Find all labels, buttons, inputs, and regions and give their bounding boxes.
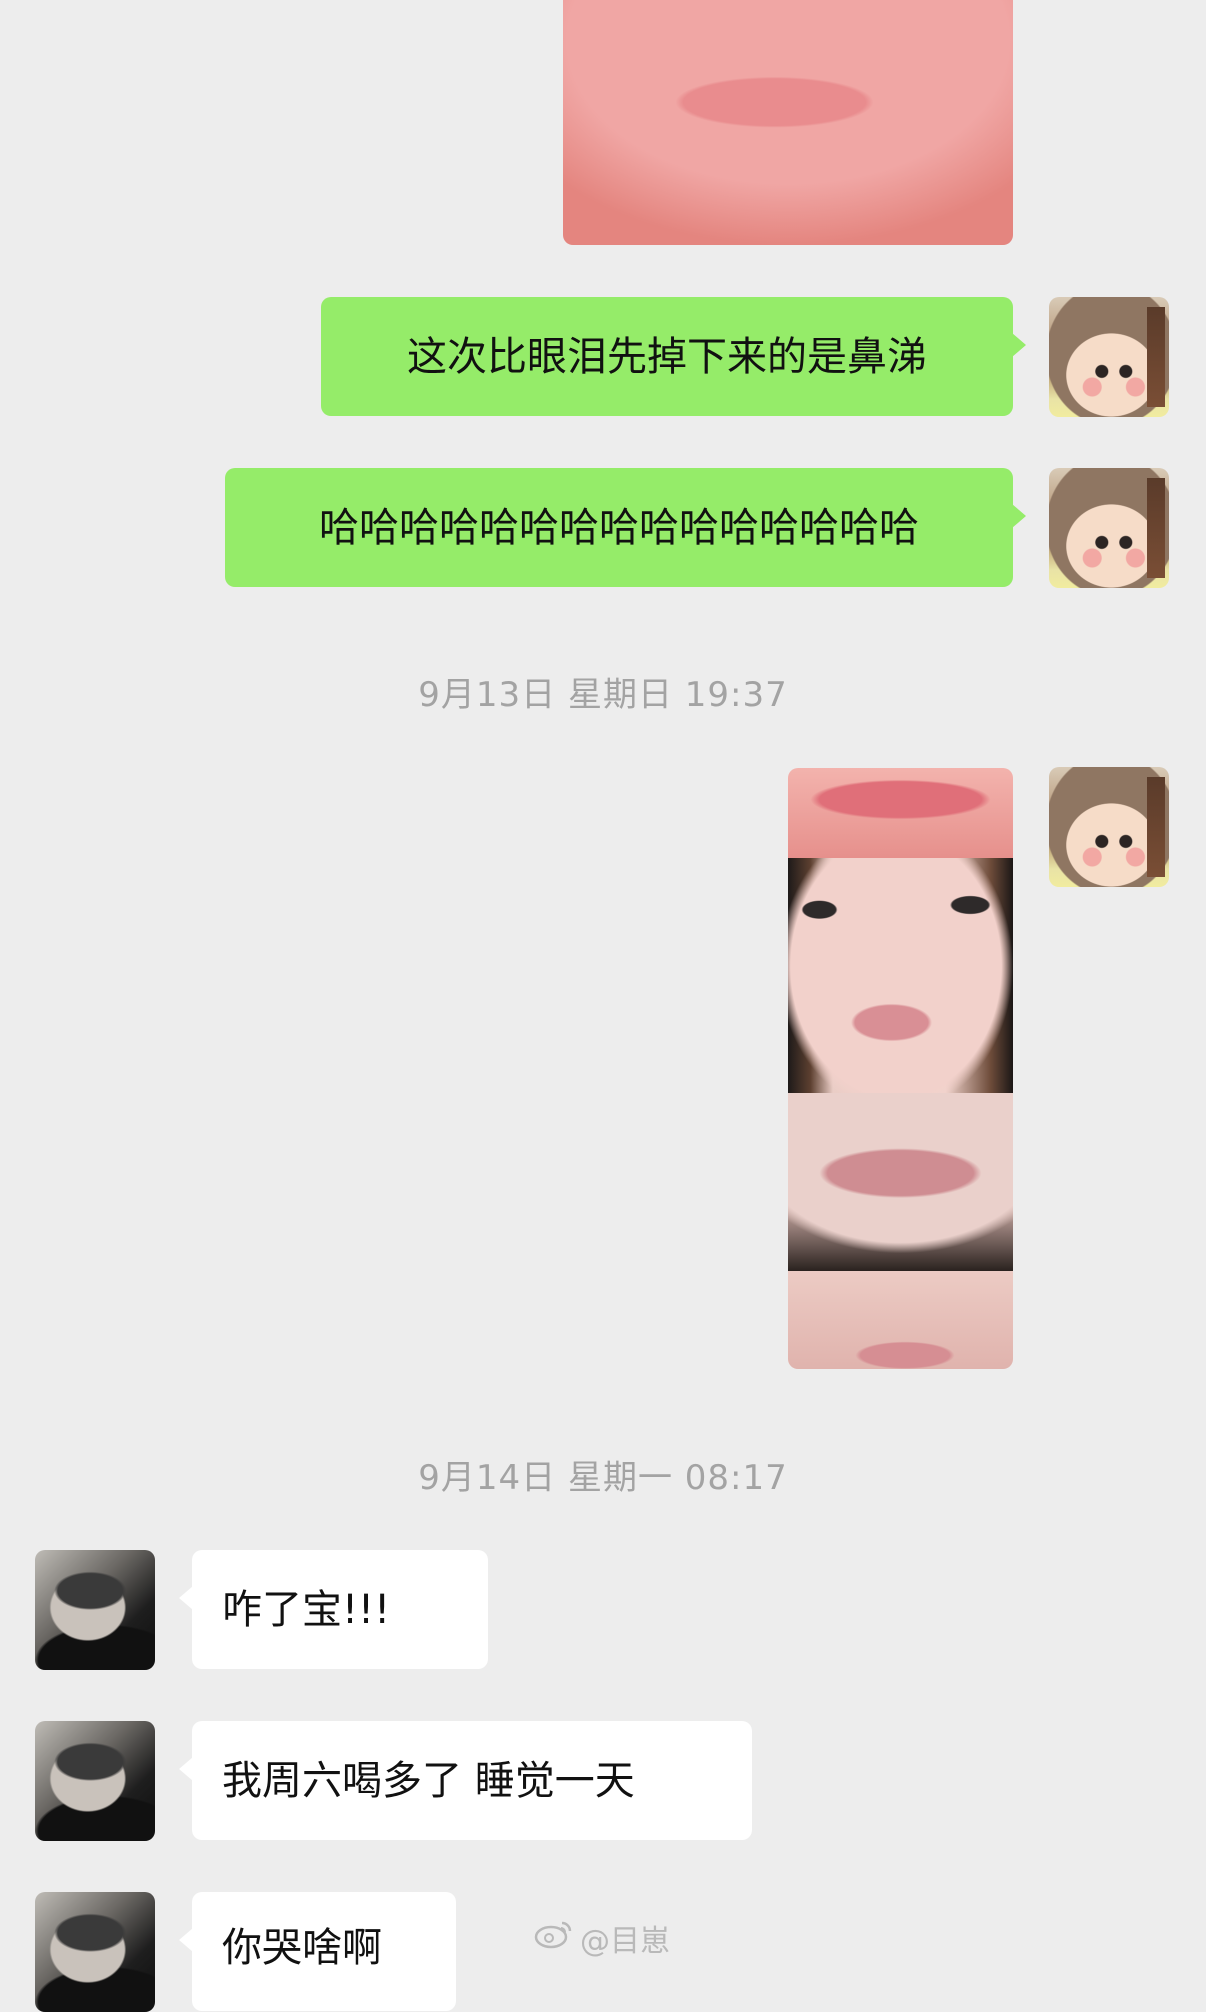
photo-strip-lips <box>788 1093 1013 1271</box>
photo-strip-face <box>788 858 1013 1093</box>
message-text: 这次比眼泪先掉下来的是鼻涕 <box>407 333 927 380</box>
photo-strip-lips <box>788 1271 1013 1369</box>
contact-avatar[interactable] <box>35 1550 155 1670</box>
my-avatar[interactable] <box>1049 468 1169 588</box>
contact-avatar[interactable] <box>35 1721 155 1841</box>
message-text: 我周六喝多了 睡觉一天 <box>222 1757 635 1804</box>
watermark-text: @目崽 <box>580 1924 670 1959</box>
message-text: 你哭啥啊 <box>222 1925 382 1971</box>
my-avatar[interactable] <box>1049 297 1169 417</box>
weibo-icon <box>534 1919 574 1957</box>
received-message-bubble[interactable]: 我周六喝多了 睡觉一天 <box>179 1721 752 1840</box>
message-text: 哈哈哈哈哈哈哈哈哈哈哈哈哈哈哈 <box>319 504 919 551</box>
chat-timestamp: 9月14日 星期一 08:17 <box>418 1458 788 1498</box>
sent-photo-top[interactable] <box>563 0 1013 245</box>
sent-message-bubble[interactable]: 哈哈哈哈哈哈哈哈哈哈哈哈哈哈哈 <box>225 468 1026 587</box>
sent-photo-collage[interactable] <box>788 768 1013 1369</box>
watermark: @目崽 <box>534 1916 670 1960</box>
message-text: 咋了宝!!! <box>222 1586 391 1633</box>
my-avatar[interactable] <box>1049 767 1169 887</box>
chat-timestamp: 9月13日 星期日 19:37 <box>418 675 788 715</box>
received-message-bubble[interactable]: 你哭啥啊 <box>179 1892 456 2011</box>
photo-strip-lips <box>788 768 1013 858</box>
sent-message-bubble[interactable]: 这次比眼泪先掉下来的是鼻涕 <box>321 297 1026 416</box>
received-message-bubble[interactable]: 咋了宝!!! <box>179 1550 488 1669</box>
contact-avatar[interactable] <box>35 1892 155 2012</box>
